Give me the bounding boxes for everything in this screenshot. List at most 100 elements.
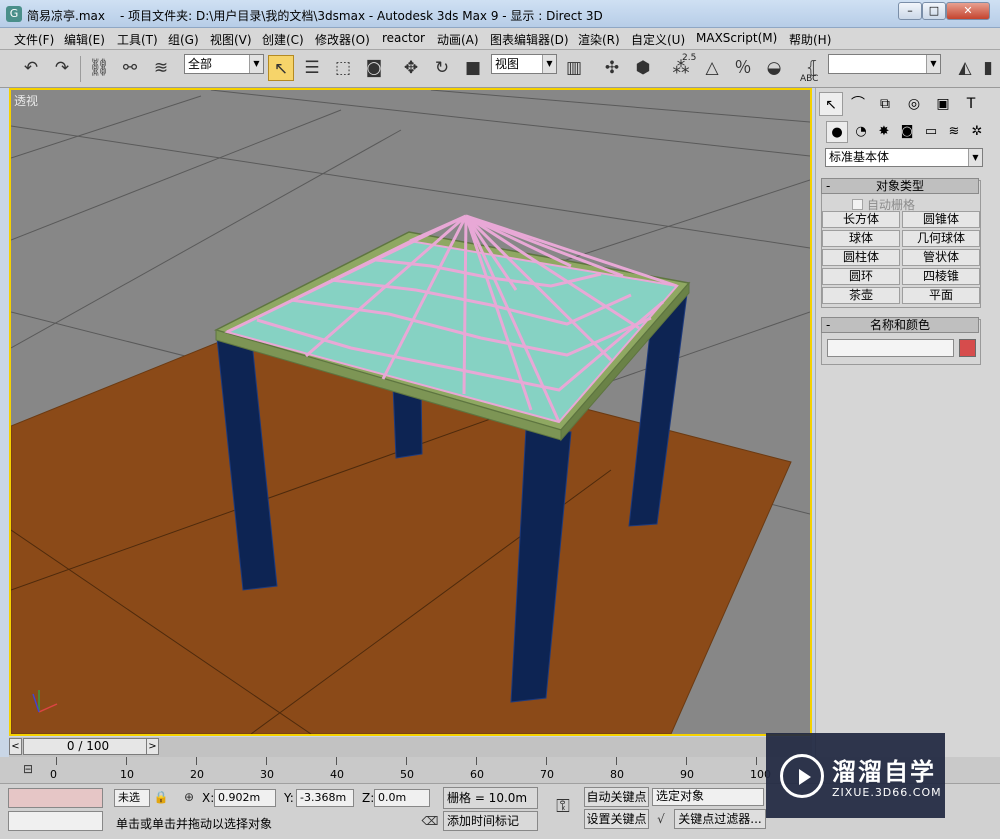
- menu-animation[interactable]: 动画(A): [437, 31, 479, 48]
- lock-icon[interactable]: 🔒: [153, 788, 169, 806]
- object-button-box[interactable]: 长方体: [822, 211, 900, 228]
- checkbox-box: [852, 199, 863, 210]
- track-bar-toggle-icon[interactable]: ⊟: [14, 757, 42, 781]
- abc-label: ABC: [800, 74, 819, 84]
- redo-icon[interactable]: ↷: [49, 55, 75, 81]
- pivot-center-icon[interactable]: ▥: [561, 55, 587, 81]
- select-and-link-icon[interactable]: ⛓: [86, 55, 112, 81]
- create-tab-icon[interactable]: ↖: [819, 92, 843, 116]
- bind-to-space-warp-icon[interactable]: ≋: [148, 55, 174, 81]
- key-filters-button[interactable]: 关键点过滤器...: [674, 809, 766, 829]
- menu-maxscript[interactable]: MAXScript(M): [696, 31, 777, 45]
- z-coordinate-field[interactable]: 0.0m: [374, 789, 430, 807]
- geometry-sub-icon[interactable]: ●: [826, 121, 848, 143]
- menu-tools[interactable]: 工具(T): [117, 31, 158, 48]
- auto-key-button[interactable]: 自动关键点: [584, 787, 649, 807]
- lights-sub-icon[interactable]: ✸: [873, 121, 895, 143]
- object-button-teapot[interactable]: 茶壶: [822, 287, 900, 304]
- angle-snap-icon[interactable]: △: [699, 55, 725, 81]
- menu-rendering[interactable]: 渲染(R): [578, 31, 620, 48]
- unlink-selection-icon[interactable]: ⚯: [117, 55, 143, 81]
- modify-tab-icon[interactable]: ⌒: [846, 92, 870, 116]
- shapes-sub-icon[interactable]: ◔: [850, 121, 872, 143]
- track-tick: [686, 757, 687, 765]
- time-slider-handle[interactable]: 0 / 100: [23, 738, 153, 755]
- object-name-input[interactable]: [827, 339, 954, 357]
- object-button-plane[interactable]: 平面: [902, 287, 980, 304]
- maxscript-input[interactable]: [8, 811, 103, 831]
- menu-file[interactable]: 文件(F): [14, 31, 54, 48]
- menu-reactor[interactable]: reactor: [382, 31, 425, 45]
- utilities-tab-icon[interactable]: T: [959, 92, 983, 116]
- display-tab-icon[interactable]: ▣: [931, 92, 955, 116]
- select-object-icon[interactable]: ↖: [268, 55, 294, 81]
- named-selection-dropdown[interactable]: ▼: [828, 54, 941, 74]
- menu-edit[interactable]: 编辑(E): [64, 31, 105, 48]
- object-button-pyramid[interactable]: 四棱锥: [902, 268, 980, 285]
- time-slider[interactable]: < 0 / 100 >: [9, 737, 812, 757]
- key-mode-dropdown[interactable]: 选定对象: [652, 788, 764, 806]
- app-icon[interactable]: G: [6, 6, 22, 22]
- close-button[interactable]: ✕: [946, 2, 990, 20]
- menu-graph-editors[interactable]: 图表编辑器(D): [490, 31, 569, 48]
- window-crossing-icon[interactable]: ◙: [361, 55, 387, 81]
- time-slider-prev[interactable]: <: [9, 738, 22, 755]
- time-slider-next[interactable]: >: [146, 738, 159, 755]
- select-and-scale-icon[interactable]: ■: [460, 55, 486, 81]
- set-key-icon[interactable]: ⚿: [548, 794, 578, 820]
- track-tick: [196, 757, 197, 765]
- name-color-rollout-header[interactable]: - 名称和颜色: [821, 317, 979, 333]
- object-button-cone[interactable]: 圆锥体: [902, 211, 980, 228]
- select-and-manipulate-icon[interactable]: ✣: [599, 55, 625, 81]
- track-tick: [336, 757, 337, 765]
- select-and-move-icon[interactable]: ✥: [398, 55, 424, 81]
- menu-modifiers[interactable]: 修改器(O): [315, 31, 370, 48]
- key-filter-icon[interactable]: √: [652, 809, 670, 829]
- percent-snap-icon[interactable]: ％: [730, 55, 756, 81]
- object-button-tube[interactable]: 管状体: [902, 249, 980, 266]
- motion-tab-icon[interactable]: ◎: [902, 92, 926, 116]
- keyboard-shortcut-override-icon[interactable]: ⬢: [630, 55, 656, 81]
- selection-filter-dropdown[interactable]: 全部 ▼: [184, 54, 264, 74]
- menu-customize[interactable]: 自定义(U): [631, 31, 685, 48]
- maxscript-listener-mini[interactable]: [8, 788, 103, 808]
- y-label: Y:: [284, 791, 294, 805]
- maximize-button[interactable]: □: [922, 2, 946, 20]
- object-button-geosphere[interactable]: 几何球体: [902, 230, 980, 247]
- spinner-snap-icon[interactable]: ◒: [761, 55, 787, 81]
- systems-sub-icon[interactable]: ✲: [966, 121, 988, 143]
- select-and-rotate-icon[interactable]: ↻: [429, 55, 455, 81]
- perspective-viewport[interactable]: 透视: [9, 88, 812, 736]
- hierarchy-tab-icon[interactable]: ⧉: [873, 92, 897, 116]
- menu-create[interactable]: 创建(C): [262, 31, 304, 48]
- x-coordinate-field[interactable]: 0.902m: [214, 789, 276, 807]
- rectangular-selection-icon[interactable]: ⬚: [330, 55, 356, 81]
- add-time-tag-icon[interactable]: ⌫: [421, 811, 439, 831]
- object-category-dropdown[interactable]: 标准基本体 ▼: [825, 148, 983, 167]
- menu-help[interactable]: 帮助(H): [789, 31, 831, 48]
- track-tick: [126, 757, 127, 765]
- object-button-torus[interactable]: 圆环: [822, 268, 900, 285]
- object-button-sphere[interactable]: 球体: [822, 230, 900, 247]
- select-by-name-icon[interactable]: ☰: [299, 55, 325, 81]
- helpers-sub-icon[interactable]: ▭: [920, 121, 942, 143]
- object-type-rollout-header[interactable]: - 对象类型: [821, 178, 979, 194]
- set-key-button[interactable]: 设置关键点: [584, 809, 649, 829]
- align-icon[interactable]: ▮: [978, 55, 998, 81]
- reference-coordinate-dropdown[interactable]: 视图 ▼: [491, 54, 557, 74]
- menu-group[interactable]: 组(G): [168, 31, 199, 48]
- undo-icon[interactable]: ↶: [18, 55, 44, 81]
- absolute-mode-icon[interactable]: ⊕: [180, 788, 198, 806]
- viewport-label[interactable]: 透视: [14, 92, 38, 109]
- space-warps-sub-icon[interactable]: ≋: [943, 121, 965, 143]
- track-tick-label: 70: [540, 768, 554, 781]
- y-coordinate-field[interactable]: -3.368m: [296, 789, 354, 807]
- mirror-icon[interactable]: ◭: [952, 55, 978, 81]
- add-time-tag[interactable]: 添加时间标记: [443, 811, 538, 831]
- object-color-swatch[interactable]: [959, 339, 976, 357]
- minimize-button[interactable]: –: [898, 2, 922, 20]
- cameras-sub-icon[interactable]: ◙: [896, 121, 918, 143]
- menu-views[interactable]: 视图(V): [210, 31, 252, 48]
- status-prompt: 单击或单击并拖动以选择对象: [116, 817, 273, 831]
- object-button-cylinder[interactable]: 圆柱体: [822, 249, 900, 266]
